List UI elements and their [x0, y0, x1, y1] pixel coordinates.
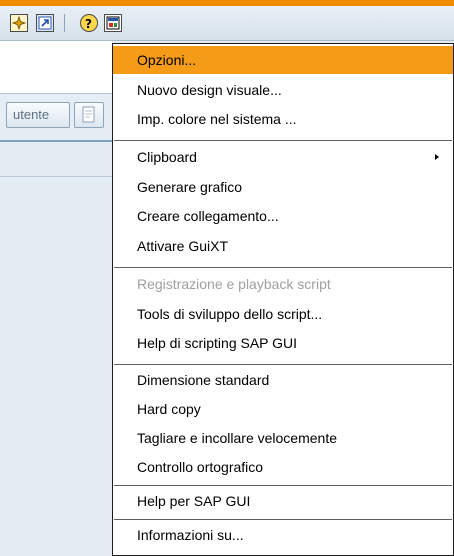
menu-item-imp-colore[interactable]: Imp. colore nel sistema ...	[113, 105, 453, 133]
background-button-row: utente	[0, 94, 112, 138]
layout-dropdown-menu: Opzioni... Nuovo design visuale... Imp. …	[112, 43, 454, 556]
menu-item-label: Dimensione standard	[137, 372, 270, 388]
menu-item-label: Clipboard	[137, 149, 197, 165]
menu-separator	[114, 267, 452, 268]
submenu-arrow-icon	[435, 154, 439, 160]
menu-item-dimensione-standard[interactable]: Dimensione standard	[113, 366, 453, 394]
menu-item-registrazione-playback: Registrazione e playback script	[113, 270, 453, 298]
menu-item-label: Imp. colore nel sistema ...	[137, 111, 297, 127]
application-toolbar: ?	[0, 6, 454, 41]
menu-item-label: Attivare GuiXT	[137, 238, 229, 254]
menu-item-generare-grafico[interactable]: Generare grafico	[113, 173, 453, 201]
menu-item-label: Opzioni...	[137, 52, 197, 68]
menu-item-tagliare-incollare[interactable]: Tagliare e incollare velocemente	[113, 424, 453, 452]
menu-item-label: Help di scripting SAP GUI	[137, 335, 298, 351]
menu-item-label: Tagliare e incollare velocemente	[137, 430, 337, 446]
sap-tool-icon[interactable]	[10, 14, 28, 32]
menu-item-label: Controllo ortografico	[137, 459, 264, 475]
layout-menu-icon[interactable]	[104, 14, 122, 32]
menu-item-help-scripting[interactable]: Help di scripting SAP GUI	[113, 329, 453, 357]
menu-item-nuovo-design-visuale[interactable]: Nuovo design visuale...	[113, 76, 453, 104]
menu-item-controllo-ortografico[interactable]: Controllo ortografico	[113, 453, 453, 481]
menu-item-label: Informazioni su...	[137, 527, 244, 543]
menu-separator	[114, 485, 452, 486]
menu-item-label: Generare grafico	[137, 179, 243, 195]
menu-item-hard-copy[interactable]: Hard copy	[113, 395, 453, 423]
menu-separator	[114, 364, 452, 365]
menu-item-help-sap-gui[interactable]: Help per SAP GUI	[113, 487, 453, 515]
utente-button[interactable]: utente	[6, 102, 70, 128]
toolbar-separator	[64, 14, 65, 32]
menu-item-creare-collegamento[interactable]: Creare collegamento...	[113, 202, 453, 230]
background-divider	[0, 176, 112, 177]
menu-separator	[114, 140, 452, 141]
menu-item-clipboard[interactable]: Clipboard	[113, 143, 453, 171]
menu-item-opzioni[interactable]: Opzioni...	[113, 46, 453, 74]
menu-item-label: Registrazione e playback script	[137, 276, 331, 292]
menu-item-label: Hard copy	[137, 401, 201, 417]
help-icon[interactable]: ?	[80, 14, 98, 32]
svg-text:?: ?	[85, 17, 92, 31]
menu-item-label: Creare collegamento...	[137, 208, 279, 224]
menu-item-tools-sviluppo[interactable]: Tools di sviluppo dello script...	[113, 300, 453, 328]
menu-item-attivare-guixt[interactable]: Attivare GuiXT	[113, 232, 453, 260]
menu-item-informazioni[interactable]: Informazioni su...	[113, 521, 453, 549]
background-panel	[0, 41, 112, 94]
menu-item-label: Tools di sviluppo dello script...	[137, 306, 323, 322]
background-divider	[0, 140, 112, 142]
shortcut-icon[interactable]	[36, 14, 54, 32]
document-icon[interactable]	[74, 102, 104, 128]
menu-item-label: Help per SAP GUI	[137, 493, 251, 509]
menu-separator	[114, 519, 452, 520]
menu-item-label: Nuovo design visuale...	[137, 82, 282, 98]
